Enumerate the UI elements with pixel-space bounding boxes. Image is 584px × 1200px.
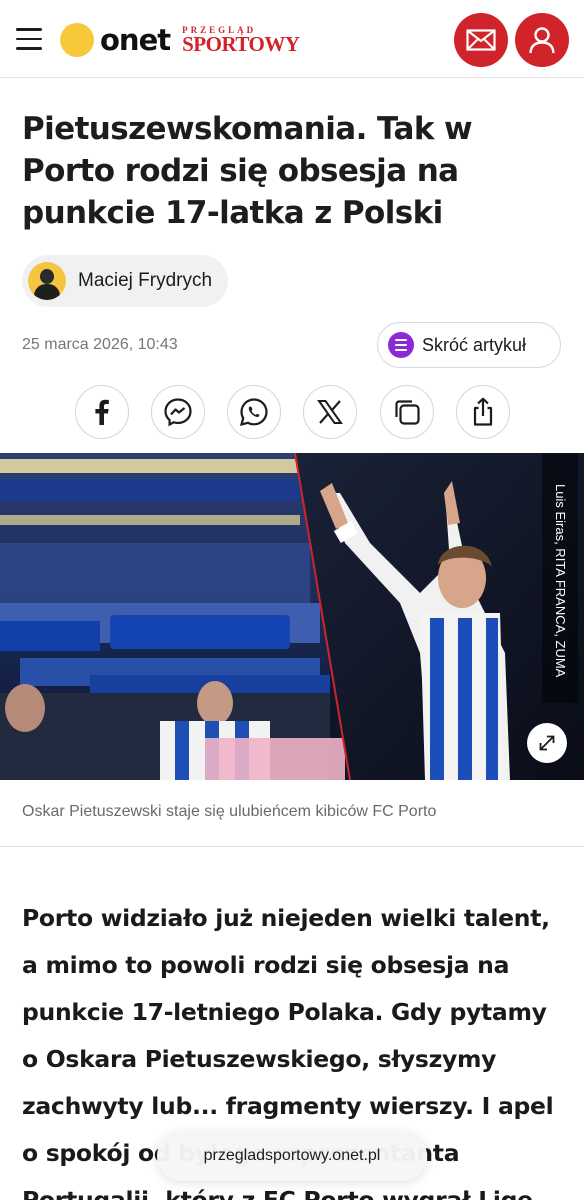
author-chip[interactable]: Maciej Frydrych [22,255,229,307]
copy-icon [395,400,420,425]
summary-list-icon [388,332,414,358]
summarize-article-button[interactable]: Skróć artykuł [377,322,561,368]
image-caption: Oskar Pietuszewski staje się ulubieńcem … [22,803,437,820]
native-share-button[interactable] [456,385,510,439]
przeglad-sportowy-logo: PRZEGLĄD SPORTOWY [182,25,300,56]
site-logo[interactable]: onet PRZEGLĄD SPORTOWY [60,22,300,58]
expand-image-button[interactable] [527,723,567,763]
share-whatsapp-button[interactable] [227,385,281,439]
x-icon [317,400,343,424]
messenger-icon [164,398,192,427]
publish-date: 25 marca 2026, 10:43 [22,336,178,353]
facebook-icon [95,399,109,425]
onet-dot-icon [60,23,94,57]
expand-icon [539,735,555,751]
photo-credit: Luis Eiras, RITA FRANCA, ZUMA [542,453,578,703]
section-divider [0,846,584,847]
user-icon [529,27,555,54]
share-facebook-button[interactable] [75,385,129,439]
copy-link-button[interactable] [380,385,434,439]
author-name: Maciej Frydrych [78,270,213,291]
author-avatar [28,262,66,300]
share-x-button[interactable] [303,385,357,439]
mail-icon [466,29,496,51]
mail-button[interactable] [454,13,508,67]
brand-bottom-text: SPORTOWY [182,31,300,56]
whatsapp-icon [239,398,268,427]
onet-logo-text: onet [100,23,171,57]
hero-image[interactable]: Luis Eiras, RITA FRANCA, ZUMA [0,453,584,780]
top-header: onet PRZEGLĄD SPORTOWY [0,0,584,78]
share-icon [473,397,493,426]
user-account-button[interactable] [515,13,569,67]
fans-and-player-photo [0,453,584,780]
hamburger-menu-icon[interactable] [16,28,42,50]
browser-url-bar[interactable]: przegladsportowy.onet.pl [157,1131,427,1181]
share-messenger-button[interactable] [151,385,205,439]
summarize-label: Skróć artykuł [422,334,527,355]
article-title: Pietuszewskomania. Tak w Porto rodzi się… [22,111,473,231]
